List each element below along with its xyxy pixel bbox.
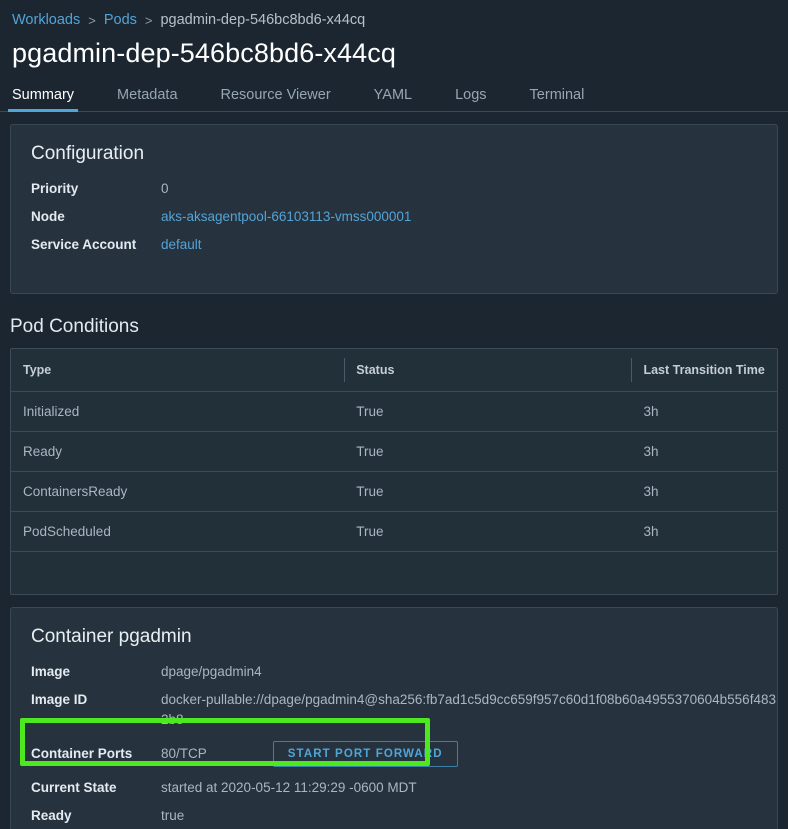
config-value-node-link[interactable]: aks-aksagentpool-66103113-vmss000001 bbox=[161, 207, 411, 227]
cell-status: True bbox=[344, 391, 632, 432]
pod-conditions-heading: Pod Conditions bbox=[10, 316, 139, 337]
breadcrumb-current: pgadmin-dep-546bc8bd6-x44cq bbox=[160, 12, 366, 28]
cell-last-transition-time: 3h bbox=[631, 511, 777, 552]
table-footer-row bbox=[11, 552, 777, 594]
table-row: PodScheduled True 3h bbox=[11, 511, 777, 552]
table-head: Type Status Last Transition Time bbox=[11, 349, 777, 392]
config-key-node: Node bbox=[31, 209, 65, 224]
cell-empty bbox=[11, 552, 344, 594]
config-row-service-account: Service Account default bbox=[11, 231, 777, 259]
config-row-priority: Priority 0 bbox=[11, 175, 777, 203]
breadcrumb-separator-icon: > bbox=[88, 12, 96, 28]
page-title: pgadmin-dep-546bc8bd6-x44cq bbox=[12, 38, 396, 68]
column-header-last-transition-time[interactable]: Last Transition Time bbox=[631, 349, 777, 392]
pod-conditions-table-wrapper: Type Status Last Transition Time Initial… bbox=[10, 348, 778, 595]
breadcrumb-link-pods[interactable]: Pods bbox=[104, 12, 137, 28]
container-title: Container pgadmin bbox=[31, 625, 192, 647]
table-row: Ready True 3h bbox=[11, 431, 777, 472]
tab-metadata[interactable]: Metadata bbox=[117, 87, 177, 111]
container-row-image-id: Image ID docker-pullable://dpage/pgadmin… bbox=[11, 686, 777, 734]
breadcrumb: Workloads > Pods > pgadmin-dep-546bc8bd6… bbox=[0, 0, 788, 30]
cell-empty bbox=[631, 552, 777, 594]
cell-type: PodScheduled bbox=[11, 511, 345, 552]
cell-status: True bbox=[344, 511, 632, 552]
tab-summary[interactable]: Summary bbox=[7, 87, 79, 112]
tab-resource-viewer[interactable]: Resource Viewer bbox=[221, 87, 331, 111]
cell-type: ContainersReady bbox=[11, 471, 345, 512]
table-header-row: Type Status Last Transition Time bbox=[11, 349, 777, 392]
configuration-card-spacer bbox=[11, 259, 777, 293]
config-key-service-account: Service Account bbox=[31, 237, 137, 252]
table-row: Initialized True 3h bbox=[11, 391, 777, 432]
column-header-status[interactable]: Status bbox=[344, 349, 632, 392]
container-key-ready: Ready bbox=[31, 807, 72, 823]
tab-bar: Summary Metadata Resource Viewer YAML Lo… bbox=[0, 82, 788, 112]
tab-logs[interactable]: Logs bbox=[455, 87, 486, 111]
config-value-priority: 0 bbox=[161, 181, 169, 196]
container-row-image: Image dpage/pgadmin4 bbox=[11, 658, 777, 686]
container-row-ports: Container Ports 80/TCP START PORT FORWAR… bbox=[11, 734, 777, 774]
container-key-current-state: Current State bbox=[31, 779, 117, 795]
cell-status: True bbox=[344, 431, 632, 472]
configuration-title: Configuration bbox=[31, 143, 145, 164]
container-value-ports: 80/TCP bbox=[161, 745, 207, 761]
config-key-priority: Priority bbox=[31, 181, 79, 196]
start-port-forward-button[interactable]: START PORT FORWARD bbox=[272, 740, 458, 767]
container-key-ports: Container Ports bbox=[31, 745, 133, 761]
config-value-service-account-link[interactable]: default bbox=[161, 235, 202, 255]
pod-conditions-table: Type Status Last Transition Time Initial… bbox=[11, 349, 777, 594]
cell-status: True bbox=[344, 471, 632, 512]
tab-terminal[interactable]: Terminal bbox=[530, 87, 585, 111]
config-row-node: Node aks-aksagentpool-66103113-vmss00000… bbox=[11, 203, 777, 231]
tab-yaml[interactable]: YAML bbox=[374, 87, 412, 111]
container-value-current-state: started at 2020-05-12 11:29:29 -0600 MDT bbox=[161, 779, 417, 795]
container-key-image: Image bbox=[31, 663, 71, 679]
cell-type: Ready bbox=[11, 431, 345, 472]
container-row-ready: Ready true bbox=[11, 802, 777, 829]
table-body: Initialized True 3h Ready True 3h Contai… bbox=[11, 391, 777, 594]
breadcrumb-separator-icon: > bbox=[144, 12, 153, 28]
container-card: Container pgadmin Image dpage/pgadmin4 I… bbox=[10, 606, 778, 829]
breadcrumb-link-workloads[interactable]: Workloads bbox=[12, 12, 80, 28]
cell-last-transition-time: 3h bbox=[631, 431, 777, 472]
cell-type: Initialized bbox=[11, 391, 345, 432]
configuration-card: Configuration Priority 0 Node aks-aksage… bbox=[10, 124, 778, 294]
container-value-image: dpage/pgadmin4 bbox=[161, 663, 262, 679]
cell-last-transition-time: 3h bbox=[631, 391, 777, 432]
table-row: ContainersReady True 3h bbox=[11, 471, 777, 512]
container-row-current-state: Current State started at 2020-05-12 11:2… bbox=[11, 774, 777, 802]
container-key-image-id: Image ID bbox=[31, 691, 88, 707]
container-value-image-id: docker-pullable://dpage/pgadmin4@sha256:… bbox=[161, 691, 776, 727]
cell-empty bbox=[344, 552, 631, 594]
cell-last-transition-time: 3h bbox=[631, 471, 777, 512]
container-value-ready: true bbox=[161, 807, 185, 823]
column-header-type[interactable]: Type bbox=[11, 349, 345, 392]
